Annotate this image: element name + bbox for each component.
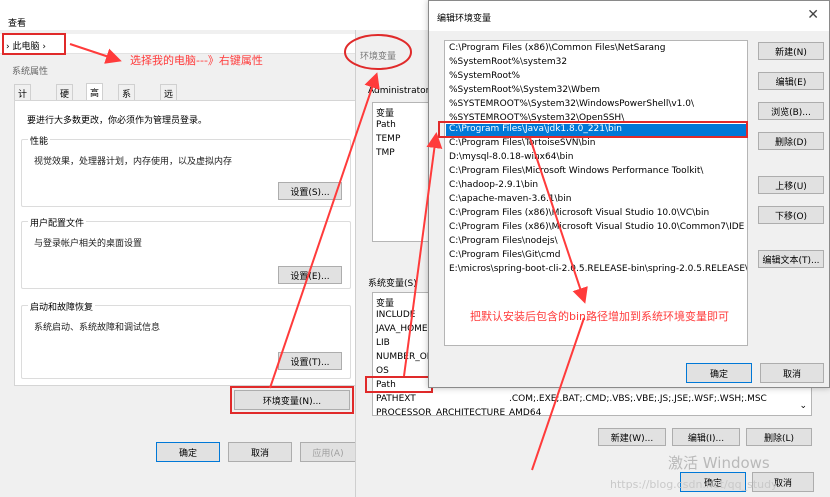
arrow-env-button-to-dialog: [269, 72, 380, 389]
blog-watermark: https://blog.csdn.net/qq_study: [610, 478, 778, 491]
arrow-selected-to-note: [529, 137, 588, 304]
activate-windows-watermark: 激活 Windows: [668, 454, 770, 472]
arrow-step1: [69, 43, 122, 64]
annotation-step1: 选择我的电脑---》右键属性: [130, 54, 263, 67]
annotation-arrows: [69, 43, 588, 471]
arrow-note-tail: [531, 317, 585, 471]
arrow-path-to-list: [403, 132, 443, 377]
annotation-step2: 把默认安装后包含的bin路径增加到系统环境变量即可: [470, 310, 730, 323]
